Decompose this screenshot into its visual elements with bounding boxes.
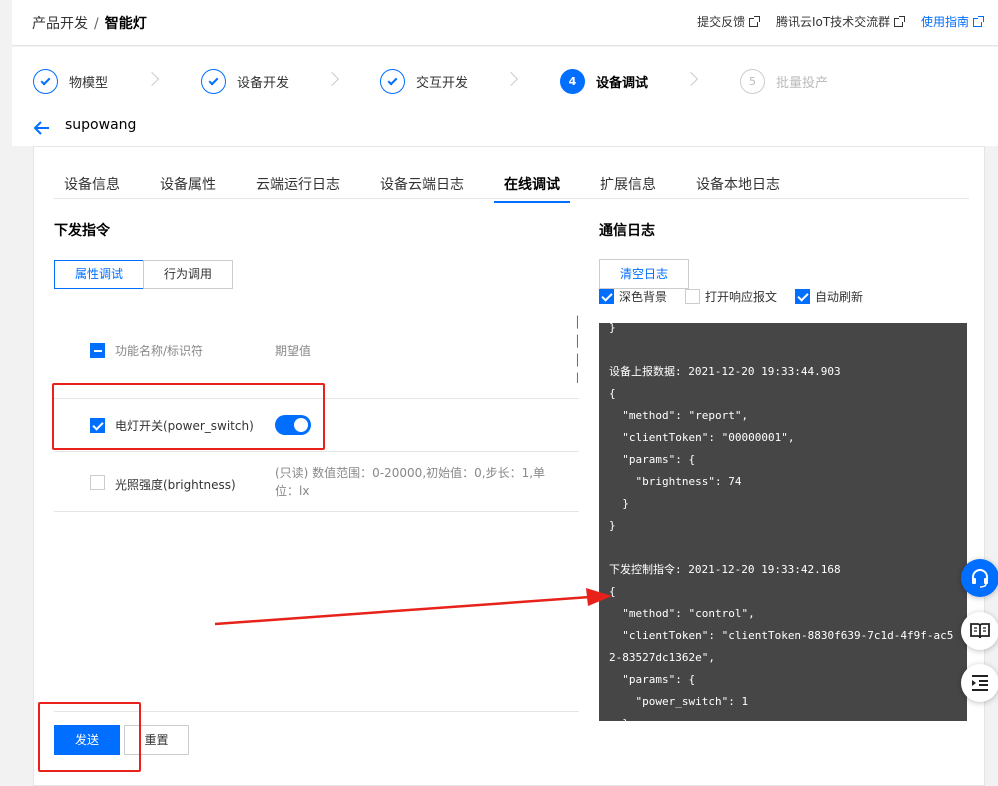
step-label: 设备调试 (596, 76, 649, 91)
check-icon (201, 69, 226, 94)
row-name: 光照强度(brightness) (115, 478, 236, 492)
feedback-link[interactable]: 提交反馈 (697, 15, 761, 29)
show-reply-label: 打开响应报文 (705, 290, 778, 304)
docs-button[interactable] (961, 612, 998, 650)
table-row: 光照强度(brightness) (只读) 数值范围：0-20000,初始值：0… (54, 452, 579, 512)
log-content: } 设备上报数据: 2021-12-20 19:33:44.903 { "met… (609, 323, 954, 721)
step-number: 4 (560, 69, 585, 94)
row-description-line: (只读) 数值范围：0-20000,初始值：0,步长：1,单 (275, 466, 546, 480)
external-link-icon (749, 16, 761, 27)
clear-log-button[interactable]: 清空日志 (599, 259, 689, 289)
external-link-icon (894, 16, 906, 27)
commands-title: 下发指令 (54, 223, 110, 239)
book-icon (970, 623, 990, 639)
clipped-column: │ │ │ │ (574, 316, 580, 383)
row-checkbox[interactable] (90, 475, 105, 490)
device-name: supowang (65, 117, 137, 133)
tab-extension-info[interactable]: 扩展信息 (600, 174, 656, 201)
debug-card: 设备信息 设备属性 云端运行日志 设备云端日志 在线调试 扩展信息 设备本地日志… (33, 146, 985, 786)
step-device-debug[interactable]: 4 设备调试 (560, 69, 648, 94)
guide-link-label: 使用指南 (920, 15, 969, 29)
chevron-right-icon (683, 71, 699, 87)
step-label: 批量投产 (776, 76, 829, 91)
log-console[interactable]: } 设备上报数据: 2021-12-20 19:33:44.903 { "met… (599, 323, 967, 721)
step-label: 物模型 (69, 76, 109, 91)
row-description: (只读) 数值范围：0-20000,初始值：0,步长：1,单 位：lx (275, 464, 545, 500)
arrow-left-icon[interactable] (33, 119, 51, 137)
step-thing-model[interactable]: 物模型 (33, 69, 108, 94)
app-root: 产品开发 / 智能灯 提交反馈 腾讯云IoT技术交流群 使用指南 物模型 设备开发 … (0, 0, 998, 786)
tab-device-local-log[interactable]: 设备本地日志 (696, 174, 780, 201)
show-reply-option[interactable]: 打开响应报文 (685, 288, 777, 305)
step-number: 5 (740, 69, 765, 94)
step-label: 设备开发 (237, 76, 290, 91)
step-mass-production[interactable]: 5 批量投产 (740, 69, 828, 94)
breadcrumb-current: 智能灯 (104, 16, 147, 32)
dark-bg-checkbox[interactable] (599, 289, 614, 304)
community-link-label: 腾讯云IoT技术交流群 (775, 15, 891, 29)
step-bar: 物模型 设备开发 交互开发 4 设备调试 5 批量投产 (12, 47, 998, 113)
headset-icon (972, 569, 988, 588)
annotation-box-send (38, 702, 141, 772)
top-links: 提交反馈 腾讯云IoT技术交流群 使用指南 (683, 13, 984, 30)
property-debug-button[interactable]: 属性调试 (54, 260, 145, 289)
action-call-button[interactable]: 行为调用 (143, 260, 234, 289)
tab-cloud-run-log[interactable]: 云端运行日志 (256, 174, 340, 201)
top-bar: 产品开发 / 智能灯 提交反馈 腾讯云IoT技术交流群 使用指南 (12, 0, 998, 46)
tab-bar: 设备信息 设备属性 云端运行日志 设备云端日志 在线调试 扩展信息 设备本地日志 (54, 167, 969, 203)
chevron-right-icon (324, 71, 340, 87)
breadcrumb: 产品开发 / 智能灯 (32, 13, 147, 33)
auto-refresh-label: 自动刷新 (815, 290, 864, 304)
guide-link[interactable]: 使用指南 (920, 15, 984, 29)
check-icon (33, 69, 58, 94)
row-description-line: 位：lx (275, 484, 310, 498)
breadcrumb-parent[interactable]: 产品开发 (32, 16, 88, 32)
check-icon (380, 69, 405, 94)
tab-device-cloud-log[interactable]: 设备云端日志 (380, 174, 464, 201)
external-link-icon (973, 16, 984, 27)
auto-refresh-checkbox[interactable] (795, 289, 810, 304)
menu-button[interactable] (961, 664, 998, 702)
feedback-link-label: 提交反馈 (697, 15, 746, 29)
step-device-dev[interactable]: 设备开发 (201, 69, 289, 94)
tab-device-properties[interactable]: 设备属性 (160, 174, 216, 201)
col-header-value: 期望值 (275, 344, 312, 358)
select-all-checkbox[interactable] (90, 343, 105, 358)
breadcrumb-separator: / (94, 16, 99, 32)
log-title: 通信日志 (599, 223, 655, 239)
command-type-switch: 属性调试 行为调用 (54, 260, 234, 289)
dark-bg-option[interactable]: 深色背景 (599, 288, 667, 305)
annotation-box-switch (52, 383, 325, 450)
chevron-right-icon (503, 71, 519, 87)
community-link[interactable]: 腾讯云IoT技术交流群 (775, 15, 906, 29)
indent-icon (972, 675, 988, 691)
step-interaction-dev[interactable]: 交互开发 (380, 69, 468, 94)
show-reply-checkbox[interactable] (685, 289, 700, 304)
dark-bg-label: 深色背景 (619, 290, 668, 304)
device-header: supowang (12, 113, 998, 146)
col-header-name: 功能名称/标识符 (115, 344, 204, 358)
tab-online-debug[interactable]: 在线调试 (494, 174, 570, 203)
auto-refresh-option[interactable]: 自动刷新 (795, 288, 863, 305)
step-label: 交互开发 (416, 76, 469, 91)
chevron-right-icon (144, 71, 160, 87)
tab-device-info[interactable]: 设备信息 (64, 174, 120, 201)
support-button[interactable] (961, 559, 998, 597)
